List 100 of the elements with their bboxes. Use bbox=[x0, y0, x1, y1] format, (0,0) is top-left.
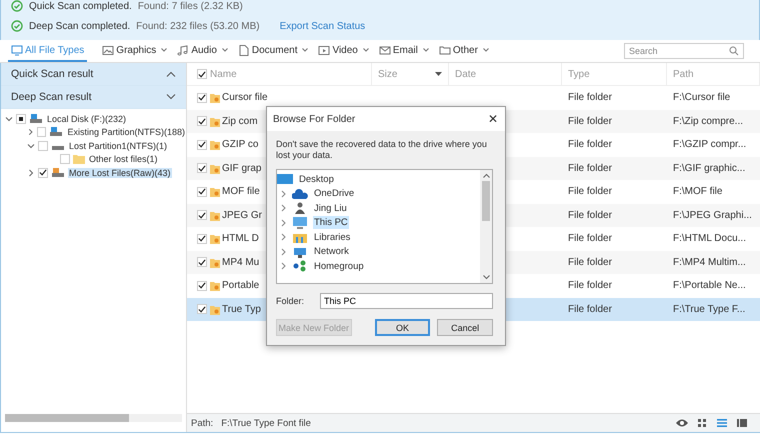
file-path-cell-text: F:\Portable Ne... bbox=[672, 279, 747, 294]
library-icon bbox=[292, 231, 308, 244]
row-checkbox[interactable] bbox=[197, 140, 207, 150]
list-view-icon[interactable] bbox=[716, 418, 728, 428]
dropdown-caret-icon[interactable] bbox=[422, 48, 429, 52]
close-button[interactable]: ✕ bbox=[481, 107, 505, 131]
vertical-scrollbar[interactable] bbox=[480, 170, 492, 283]
folder-item[interactable]: Libraries bbox=[313, 230, 352, 244]
row-checkbox[interactable] bbox=[197, 280, 207, 291]
tree-item-label[interactable]: Existing Partition(NTFS)(188) bbox=[66, 127, 186, 138]
folder-icon bbox=[210, 210, 220, 221]
folder-icon bbox=[210, 116, 220, 127]
export-link[interactable]: Export Scan Status bbox=[280, 20, 366, 32]
folder-item[interactable]: Jing Liu bbox=[313, 202, 348, 215]
file-type-cell[interactable]: File folder bbox=[562, 250, 667, 274]
search-field[interactable]: Search bbox=[624, 43, 744, 59]
file-name: MP4 Mu bbox=[222, 256, 260, 268]
folder-icon bbox=[210, 162, 220, 174]
eye-icon[interactable] bbox=[676, 418, 688, 428]
dropdown-caret-icon[interactable] bbox=[362, 48, 369, 52]
tree-item-label[interactable]: Lost Partition1(NTFS)(1) bbox=[68, 140, 168, 151]
file-type-cell[interactable]: File folder bbox=[562, 204, 667, 227]
file-path-cell-text: F:\MOF file bbox=[672, 185, 724, 200]
row-checkbox[interactable] bbox=[197, 234, 207, 244]
file-type-cell[interactable]: File folder bbox=[562, 227, 667, 250]
music-note-icon bbox=[177, 44, 190, 56]
row-checkbox[interactable] bbox=[197, 257, 207, 268]
select-all-checkbox[interactable] bbox=[197, 69, 207, 79]
file-path-cell: F:\True Type F... bbox=[667, 298, 760, 321]
scroll-thumb[interactable] bbox=[5, 414, 129, 422]
filter-tab[interactable]: Video bbox=[315, 40, 372, 62]
file-type-cell[interactable]: File folder bbox=[562, 133, 667, 156]
row-checkbox[interactable] bbox=[197, 92, 207, 103]
folder-icon bbox=[210, 256, 220, 268]
row-checkbox[interactable] bbox=[197, 304, 207, 314]
filter-tab[interactable]: Other bbox=[436, 40, 492, 62]
tree-item-label[interactable]: More Lost Files(Raw)(43) bbox=[68, 168, 172, 178]
row-checkbox[interactable] bbox=[197, 116, 207, 126]
dropdown-caret-icon[interactable] bbox=[302, 48, 308, 52]
folder-icon bbox=[210, 186, 220, 198]
tree-item-label[interactable]: Local Disk (F:)(232) bbox=[46, 114, 128, 124]
file-type-cell[interactable]: File folder bbox=[562, 156, 667, 180]
folder-item[interactable]: Network bbox=[313, 245, 350, 258]
file-name: GZIP co bbox=[222, 139, 258, 150]
file-type-cell[interactable]: File folder bbox=[562, 86, 667, 110]
disk-icon bbox=[29, 114, 43, 124]
file-name: Cursor file bbox=[222, 92, 268, 104]
dropdown-caret-icon[interactable] bbox=[161, 48, 168, 52]
folder-item[interactable]: This PC bbox=[313, 216, 349, 230]
folder-icon bbox=[210, 304, 220, 315]
dropdown-caret-icon[interactable] bbox=[482, 48, 489, 52]
filter-tab[interactable]: Document bbox=[234, 40, 312, 62]
row-checkbox[interactable] bbox=[197, 186, 207, 197]
file-name: MOF file bbox=[222, 186, 260, 198]
folder-item[interactable]: Homegroup bbox=[313, 260, 365, 273]
search-icon bbox=[729, 46, 739, 56]
file-name: Zip com bbox=[222, 116, 258, 127]
file-path-cell: F:\GIF graphic... bbox=[667, 156, 760, 180]
horizontal-scrollbar[interactable] bbox=[5, 414, 182, 422]
file-name: True Typ bbox=[222, 304, 261, 315]
scan-result-section[interactable]: Quick Scan result bbox=[1, 63, 186, 86]
checkbox[interactable] bbox=[60, 154, 70, 164]
filter-tab[interactable]: Email bbox=[376, 40, 432, 62]
columns-view-icon[interactable] bbox=[736, 418, 748, 428]
monitor-icon bbox=[292, 216, 308, 229]
row-checkbox[interactable] bbox=[197, 210, 207, 220]
grid-view-icon[interactable] bbox=[696, 418, 708, 428]
file-type-cell[interactable]: File folder bbox=[562, 180, 667, 204]
envelope-icon bbox=[378, 44, 391, 56]
filter-tab[interactable]: Audio bbox=[174, 40, 231, 62]
dialog-button[interactable]: OK bbox=[374, 319, 430, 336]
folder-item[interactable]: OneDrive bbox=[313, 187, 356, 200]
checkbox[interactable] bbox=[37, 127, 46, 138]
file-type-cell[interactable]: File folder bbox=[562, 298, 667, 321]
file-path-cell: F:\MP4 Multim... bbox=[667, 250, 760, 274]
scroll-up-icon[interactable] bbox=[482, 173, 490, 178]
scroll-down-icon[interactable] bbox=[482, 275, 490, 280]
folder-input[interactable]: This PC bbox=[320, 293, 493, 309]
file-name: JPEG Gr bbox=[222, 210, 262, 221]
scroll-thumb[interactable] bbox=[482, 181, 490, 221]
file-type-cell[interactable]: File folder bbox=[562, 110, 667, 133]
folder-item[interactable]: Desktop bbox=[298, 172, 335, 186]
chevron-icon bbox=[166, 71, 176, 77]
file-type-cell[interactable]: File folder bbox=[562, 274, 667, 298]
cloud-icon bbox=[292, 188, 308, 200]
dialog-button[interactable]: Cancel bbox=[437, 319, 494, 336]
folder-label: Folder: bbox=[276, 296, 304, 306]
row-checkbox[interactable] bbox=[197, 163, 207, 174]
dialog-title: Browse For Folder bbox=[273, 114, 356, 124]
scan-result-section[interactable]: Deep Scan result bbox=[1, 86, 186, 109]
checkbox[interactable] bbox=[38, 140, 48, 151]
file-path-cell-text: F:\Cursor file bbox=[672, 91, 732, 106]
tree-item-label[interactable]: Other lost files(1) bbox=[88, 154, 159, 164]
scan-status-detail: Found: 232 files (53.20 MB) bbox=[136, 20, 260, 32]
sort-caret-icon[interactable] bbox=[435, 72, 442, 76]
filter-tab[interactable]: Graphics bbox=[99, 40, 170, 62]
dialog-message: Don't save the recovered data to the drive where you lost your data. bbox=[276, 139, 488, 161]
dropdown-caret-icon[interactable] bbox=[222, 48, 228, 52]
checkbox[interactable] bbox=[16, 114, 26, 124]
checkbox[interactable] bbox=[38, 168, 48, 178]
